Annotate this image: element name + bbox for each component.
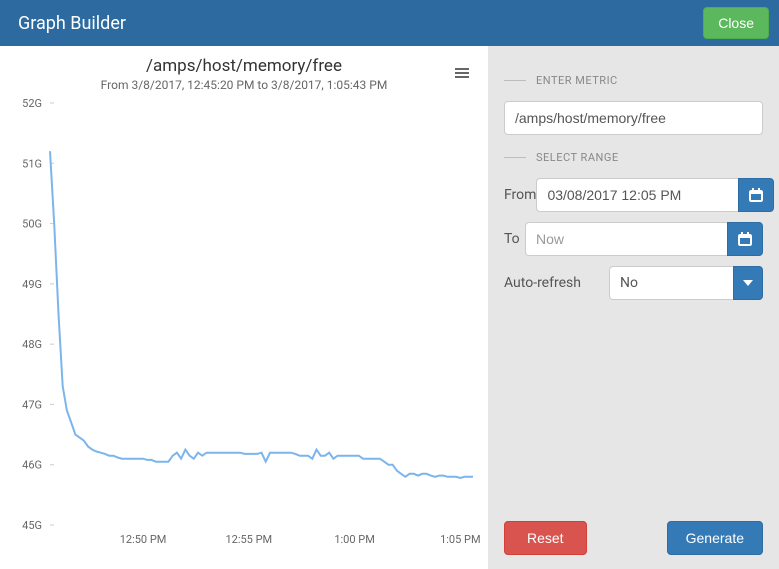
reset-button[interactable]: Reset: [504, 521, 587, 555]
svg-text:12:50 PM: 12:50 PM: [120, 533, 167, 546]
chart-pane: /amps/host/memory/free From 3/8/2017, 12…: [0, 46, 488, 569]
svg-text:51G: 51G: [22, 157, 42, 170]
body: /amps/host/memory/free From 3/8/2017, 12…: [0, 46, 779, 569]
footer-buttons: Reset Generate: [504, 521, 763, 555]
section-range-label: SELECT RANGE: [536, 151, 619, 164]
svg-text:1:00 PM: 1:00 PM: [334, 533, 374, 546]
chart-area: 45G 46G 47G 48G 49G 50G 51G 52G 12:50 PM 12:55 PM…: [5, 98, 483, 553]
to-calendar-button[interactable]: [727, 222, 763, 256]
svg-text:50G: 50G: [22, 218, 42, 231]
chart-title: /amps/host/memory/free: [5, 56, 483, 76]
to-label: To: [504, 231, 525, 247]
header-title: Graph Builder: [18, 13, 126, 34]
autorefresh-row: Auto-refresh No: [504, 266, 763, 300]
from-calendar-button[interactable]: [738, 178, 774, 212]
svg-text:47G: 47G: [22, 398, 42, 411]
section-range-header: SELECT RANGE: [504, 151, 763, 164]
chart-header: /amps/host/memory/free From 3/8/2017, 12…: [5, 56, 483, 92]
chart-svg: 45G 46G 47G 48G 49G 50G 51G 52G 12:50 PM 12:55 PM…: [5, 98, 483, 553]
generate-button[interactable]: Generate: [667, 521, 763, 555]
header: Graph Builder Close: [0, 0, 779, 46]
svg-text:48G: 48G: [22, 338, 42, 351]
section-metric-header: ENTER METRIC: [504, 74, 763, 87]
svg-text:45G: 45G: [22, 519, 42, 532]
autorefresh-dropdown-button[interactable]: [733, 266, 763, 300]
svg-text:1:05 PM: 1:05 PM: [440, 533, 480, 546]
metric-input[interactable]: [504, 101, 763, 135]
from-row: From: [504, 178, 763, 212]
to-input[interactable]: [525, 222, 727, 256]
svg-text:12:55 PM: 12:55 PM: [225, 533, 272, 546]
svg-text:46G: 46G: [22, 459, 42, 472]
chevron-down-icon: [743, 280, 753, 286]
autorefresh-label: Auto-refresh: [504, 275, 609, 291]
svg-text:52G: 52G: [22, 98, 42, 110]
section-metric-label: ENTER METRIC: [536, 74, 618, 87]
svg-text:49G: 49G: [22, 278, 42, 291]
chart-subtitle: From 3/8/2017, 12:45:20 PM to 3/8/2017, …: [5, 78, 483, 92]
close-button[interactable]: Close: [703, 7, 769, 39]
calendar-icon: [738, 232, 752, 246]
side-pane: ENTER METRIC SELECT RANGE From To: [488, 46, 779, 569]
calendar-icon: [749, 188, 763, 202]
from-input[interactable]: [536, 178, 738, 212]
chart-menu-icon[interactable]: [455, 66, 469, 80]
to-row: To: [504, 222, 763, 256]
from-label: From: [504, 187, 536, 203]
autorefresh-select[interactable]: No: [609, 266, 733, 300]
